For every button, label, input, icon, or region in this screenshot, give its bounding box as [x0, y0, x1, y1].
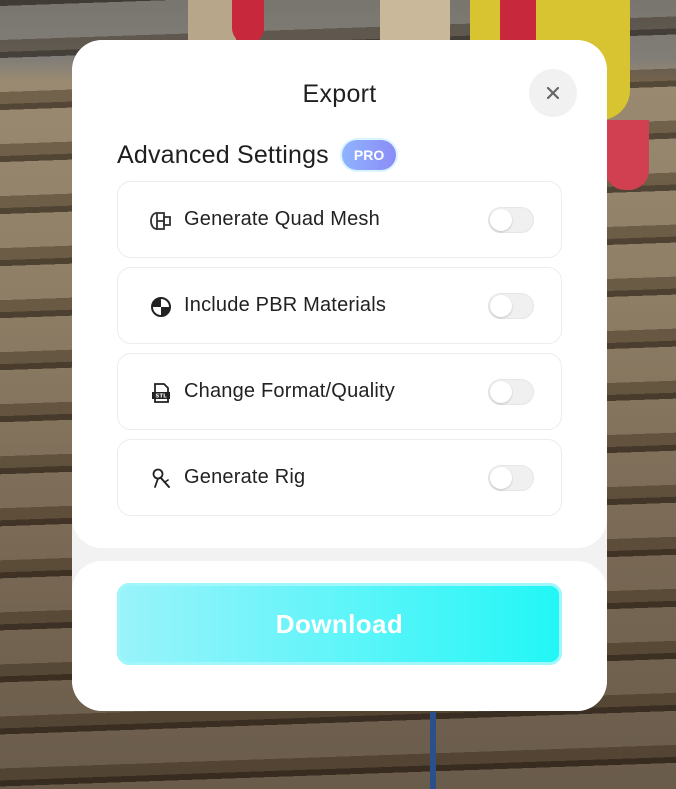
option-pbr-materials[interactable]: Include PBR Materials [117, 267, 562, 344]
scene-blue-line [430, 712, 436, 789]
toggle-knob [490, 467, 512, 489]
scene-red-shape [232, 0, 264, 44]
advanced-settings-header: Advanced Settings PRO [117, 140, 397, 170]
close-button[interactable] [529, 69, 577, 117]
scene-red-shape-3 [605, 120, 649, 190]
option-quad-mesh[interactable]: Generate Quad Mesh [117, 181, 562, 258]
pro-badge: PRO [341, 140, 397, 170]
modal-title: Export [302, 80, 377, 108]
rig-icon [149, 467, 173, 491]
option-generate-rig[interactable]: Generate Rig [117, 439, 562, 516]
option-change-format[interactable]: STL Change Format/Quality [117, 353, 562, 430]
option-label: Generate Quad Mesh [184, 208, 380, 230]
toggle-knob [490, 295, 512, 317]
pbr-materials-toggle[interactable] [488, 293, 534, 319]
generate-rig-toggle[interactable] [488, 465, 534, 491]
quad-mesh-toggle[interactable] [488, 207, 534, 233]
svg-text:STL: STL [155, 394, 167, 400]
section-title: Advanced Settings [117, 140, 329, 169]
change-format-toggle[interactable] [488, 379, 534, 405]
export-settings-panel: Export Advanced Settings PRO Generate Qu… [72, 40, 607, 548]
stl-file-icon: STL [149, 381, 173, 405]
option-label: Include PBR Materials [184, 294, 387, 316]
export-modal: Export Advanced Settings PRO Generate Qu… [72, 40, 607, 711]
download-button[interactable]: Download [117, 583, 562, 665]
option-list: Generate Quad Mesh Include PBR Materials [117, 181, 562, 525]
quad-mesh-icon [149, 209, 173, 233]
toggle-knob [490, 209, 512, 231]
scene-post-right [380, 0, 450, 40]
option-label: Change Format/Quality [184, 380, 395, 402]
option-label: Generate Rig [184, 466, 306, 488]
close-icon [546, 86, 560, 100]
scene-red-shape-2 [500, 0, 536, 40]
pbr-material-icon [149, 295, 173, 319]
toggle-knob [490, 381, 512, 403]
